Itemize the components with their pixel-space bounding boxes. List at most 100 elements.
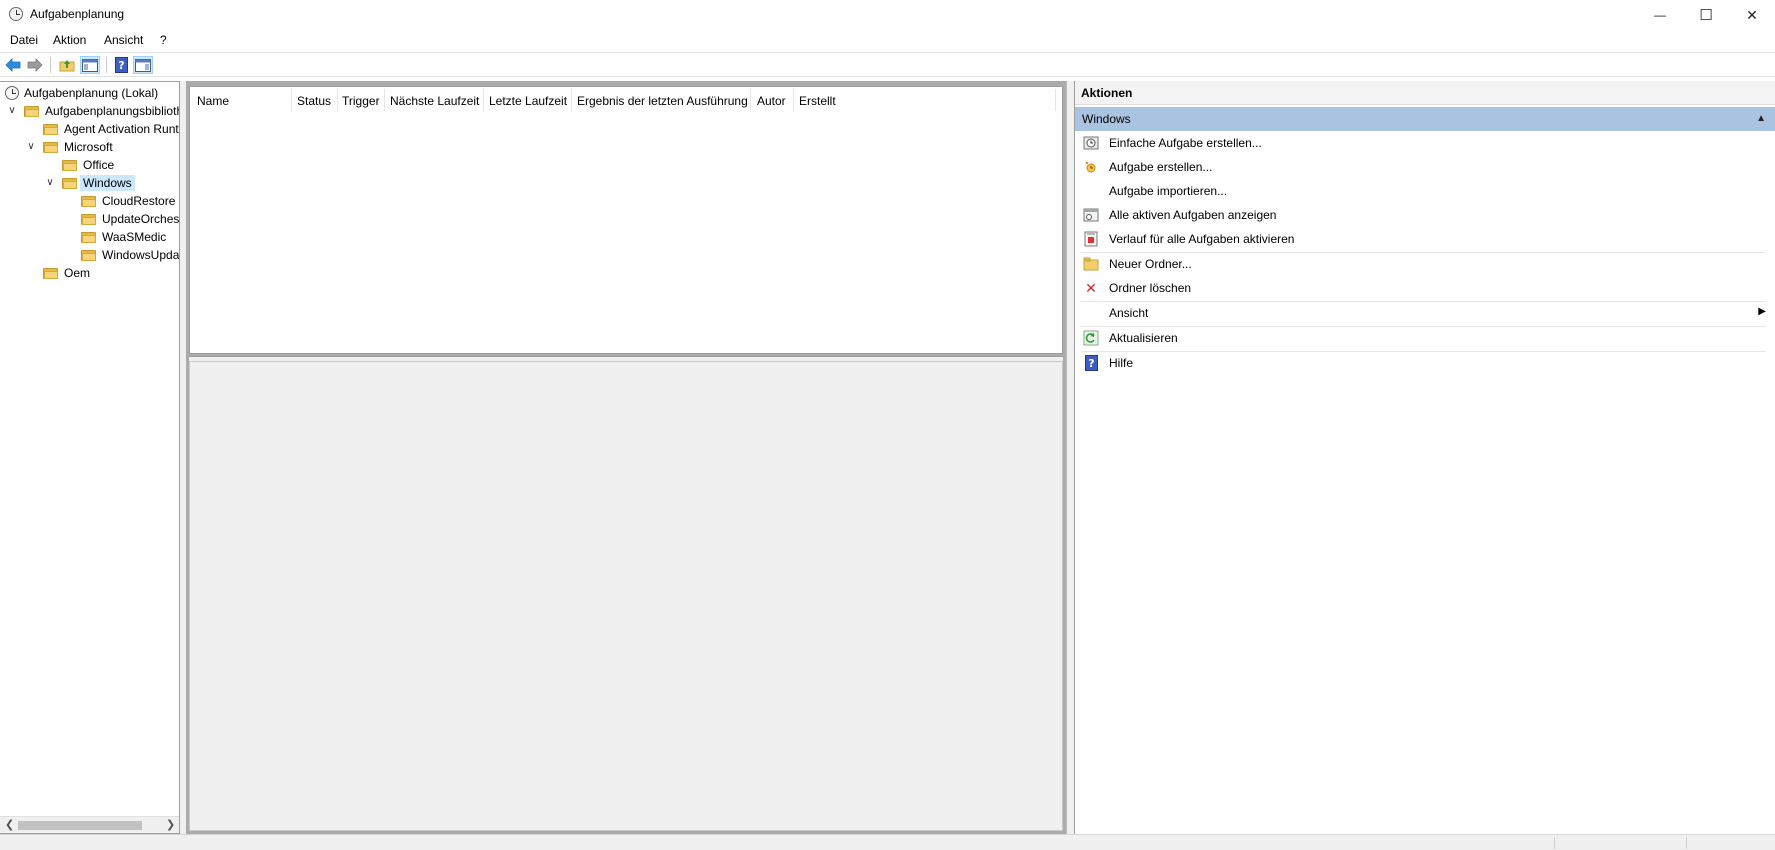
- column-separator[interactable]: [571, 89, 572, 111]
- action-new-folder[interactable]: Neuer Ordner...: [1075, 253, 1775, 275]
- toolbar-separator: [106, 57, 107, 73]
- tree-item-root[interactable]: Aufgabenplanung (Lokal): [5, 84, 158, 101]
- column-separator[interactable]: [483, 89, 484, 111]
- tree-item-microsoft[interactable]: Microsoft: [43, 138, 113, 155]
- action-label: Hilfe: [1109, 356, 1134, 370]
- column-separator[interactable]: [384, 89, 385, 111]
- tree-item-waasmedic[interactable]: WaaSMedic: [81, 228, 166, 245]
- action-label: Aktualisieren: [1109, 331, 1178, 345]
- back-button[interactable]: [3, 56, 23, 74]
- action-enable-history[interactable]: Verlauf für alle Aufgaben aktivieren: [1075, 228, 1775, 250]
- tree-item-label: Aufgabenplanungsbibliothek: [45, 103, 179, 118]
- tree-item-label: Office: [83, 157, 115, 172]
- tree-item-windowsupdate[interactable]: WindowsUpdate: [81, 246, 179, 263]
- action-view[interactable]: Ansicht ▶: [1075, 302, 1775, 324]
- action-refresh[interactable]: Aktualisieren: [1075, 327, 1775, 349]
- status-separator: [1554, 837, 1555, 849]
- chevron-down-icon[interactable]: ∨: [7, 105, 17, 116]
- menu-ansicht[interactable]: Ansicht: [102, 33, 145, 47]
- task-scheduler-app-icon: [9, 7, 23, 21]
- action-label: Verlauf für alle Aufgaben aktivieren: [1109, 232, 1295, 246]
- help-icon: ?: [1083, 355, 1099, 371]
- task-detail-pane: [189, 361, 1063, 831]
- tree-item-label: WaaSMedic: [102, 229, 167, 244]
- show-hide-console-tree-button[interactable]: [80, 56, 100, 74]
- maximize-icon: ☐: [1699, 7, 1713, 24]
- help-icon: ?: [114, 57, 128, 73]
- column-separator[interactable]: [1055, 89, 1056, 111]
- clock-folder-icon: [24, 105, 40, 117]
- chevron-down-icon[interactable]: ∨: [26, 141, 36, 152]
- tree-horizontal-scrollbar[interactable]: ❮ ❯: [0, 816, 179, 833]
- maximize-button[interactable]: ☐: [1683, 0, 1729, 30]
- menu-datei[interactable]: Datei: [8, 33, 40, 47]
- actions-splitter[interactable]: [1066, 81, 1074, 834]
- scroll-left-icon[interactable]: ❮: [5, 818, 14, 831]
- running-tasks-icon: [1083, 207, 1099, 223]
- column-separator[interactable]: [793, 89, 794, 111]
- tree-item-office[interactable]: Office: [62, 156, 114, 173]
- menu-aktion[interactable]: Aktion: [51, 33, 88, 47]
- show-hide-console-tree-icon: [82, 58, 98, 72]
- actions-section-windows[interactable]: Windows ▲: [1075, 107, 1775, 131]
- clock-icon: [5, 85, 19, 100]
- tree-item-label: Agent Activation Runtime: [64, 121, 179, 136]
- tree-item-label: Microsoft: [64, 139, 113, 154]
- action-label: Einfache Aufgabe erstellen...: [1109, 136, 1262, 150]
- column-header-next-run[interactable]: Nächste Laufzeit: [390, 94, 479, 108]
- tree-item-label: Oem: [64, 265, 91, 280]
- column-header-last-result[interactable]: Ergebnis der letzten Ausführung: [577, 94, 748, 108]
- column-header-last-run[interactable]: Letzte Laufzeit: [489, 94, 567, 108]
- column-header-name[interactable]: Name: [197, 94, 229, 108]
- forward-button[interactable]: [25, 56, 45, 74]
- forward-arrow-icon: [27, 58, 43, 72]
- new-folder-icon: [1083, 256, 1099, 272]
- action-label: Neuer Ordner...: [1109, 257, 1192, 271]
- close-icon: ✕: [1746, 6, 1758, 23]
- collapse-up-icon[interactable]: ▲: [1756, 113, 1766, 124]
- tree-item-label: CloudRestore: [102, 193, 176, 208]
- tree-item-agent-activation[interactable]: Agent Activation Runtime: [43, 120, 179, 137]
- column-separator[interactable]: [337, 89, 338, 111]
- column-header-status[interactable]: Status: [297, 94, 331, 108]
- scroll-right-icon[interactable]: ❯: [166, 818, 175, 831]
- tree-item-cloudrestore[interactable]: CloudRestore: [81, 192, 175, 209]
- status-bar: [0, 834, 1775, 850]
- tree-item-label: UpdateOrchestrator: [102, 211, 180, 226]
- scrollbar-thumb[interactable]: [18, 821, 142, 830]
- column-header-trigger[interactable]: Trigger: [342, 94, 380, 108]
- action-create-task[interactable]: Aufgabe erstellen...: [1075, 156, 1775, 178]
- window-title: Aufgabenplanung: [30, 7, 125, 21]
- column-separator[interactable]: [291, 89, 292, 111]
- show-hide-action-pane-button[interactable]: [133, 56, 153, 74]
- column-separator[interactable]: [750, 89, 751, 111]
- chevron-down-icon[interactable]: ∨: [45, 177, 55, 188]
- tree-item-updateorchestrator[interactable]: UpdateOrchestrator: [81, 210, 180, 227]
- minimize-button[interactable]: —: [1637, 0, 1683, 30]
- basic-task-wizard-icon: [1083, 135, 1099, 151]
- tree-item-library[interactable]: Aufgabenplanungsbibliothek: [24, 102, 179, 119]
- column-header-created[interactable]: Erstellt: [799, 94, 836, 108]
- menu-bar: Datei Aktion Ansicht ?: [0, 30, 1775, 52]
- up-one-level-button[interactable]: [57, 56, 77, 74]
- tree-item-label: Windows: [80, 174, 135, 191]
- action-help[interactable]: ? Hilfe: [1075, 352, 1775, 374]
- help-button[interactable]: ?: [111, 56, 131, 74]
- back-arrow-icon: [5, 58, 21, 72]
- action-import-task[interactable]: Aufgabe importieren...: [1075, 180, 1775, 202]
- action-show-running-tasks[interactable]: Alle aktiven Aufgaben anzeigen: [1075, 204, 1775, 226]
- menu-help[interactable]: ?: [158, 33, 169, 47]
- action-delete-folder[interactable]: ✕ Ordner löschen: [1075, 277, 1775, 299]
- column-header-author[interactable]: Autor: [757, 94, 786, 108]
- close-button[interactable]: ✕: [1729, 0, 1775, 30]
- status-separator: [1686, 837, 1687, 849]
- tree-item-windows[interactable]: Windows: [62, 174, 135, 191]
- action-label: Ordner löschen: [1109, 281, 1192, 295]
- action-create-basic-task[interactable]: Einfache Aufgabe erstellen...: [1075, 132, 1775, 154]
- delete-icon: ✕: [1085, 279, 1097, 296]
- create-task-icon: [1083, 159, 1099, 175]
- refresh-icon: [1083, 330, 1099, 346]
- folder-icon: [43, 141, 59, 153]
- svg-text:?: ?: [118, 59, 124, 72]
- tree-item-oem[interactable]: Oem: [43, 264, 90, 281]
